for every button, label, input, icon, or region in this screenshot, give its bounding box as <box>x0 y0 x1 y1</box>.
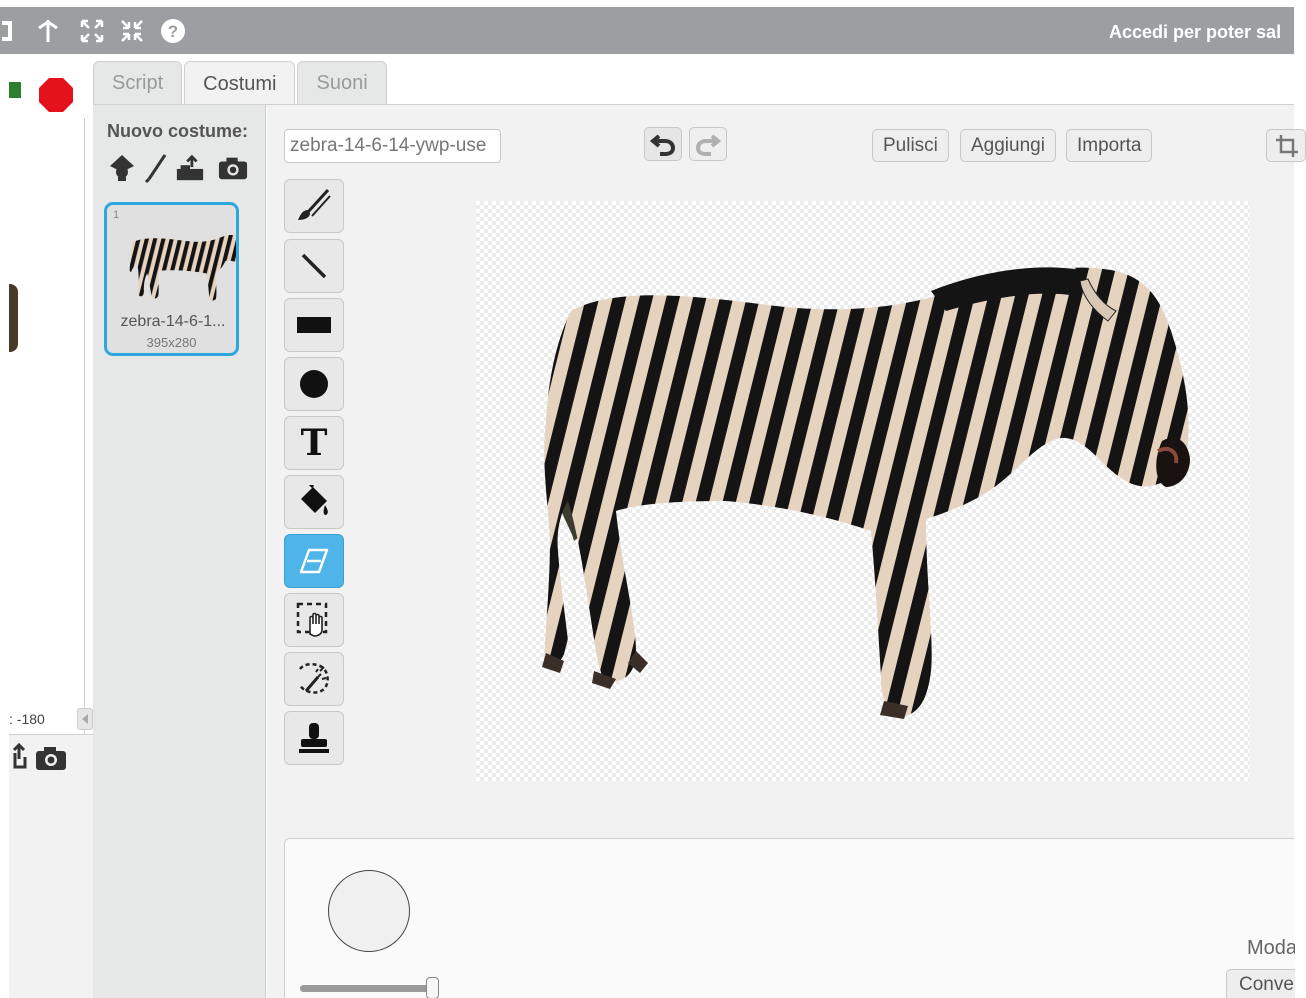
tool-options-panel: Moda Conve <box>284 838 1295 998</box>
zebra-figure <box>542 267 1190 719</box>
crop-icon <box>1276 134 1298 157</box>
eraser-tool-button[interactable] <box>284 534 344 588</box>
ellipse-tool-button[interactable] <box>284 357 344 411</box>
remove-background-tool-button[interactable] <box>284 652 344 706</box>
zebra-thumbnail-image <box>107 219 236 309</box>
new-costume-label: Nuovo costume: <box>107 121 249 141</box>
choose-from-library-icon[interactable] <box>107 153 137 183</box>
clear-button[interactable]: Pulisci <box>872 129 949 162</box>
cut-tool-icon[interactable] <box>34 7 62 54</box>
redo-button[interactable] <box>689 127 727 161</box>
brush-size-slider-thumb[interactable] <box>426 977 439 998</box>
green-flag-icon[interactable] <box>9 82 21 98</box>
duplicate-tool-icon[interactable] <box>0 7 20 54</box>
select-tool-button[interactable] <box>284 593 344 647</box>
brush-size-preview <box>328 870 410 952</box>
costume-name-label: zebra-14-6-1... <box>120 313 226 330</box>
help-icon[interactable]: ? <box>159 7 187 54</box>
login-link[interactable]: Accedi per poter sal <box>1109 7 1294 54</box>
drawing-canvas[interactable] <box>476 201 1249 781</box>
stop-button[interactable] <box>38 77 74 113</box>
sprite-panel <box>9 734 93 998</box>
paint-new-costume-icon[interactable] <box>141 153 171 183</box>
import-button[interactable]: Importa <box>1066 129 1153 162</box>
tab-sounds[interactable]: Suoni <box>297 61 387 105</box>
eraser-icon <box>299 548 329 574</box>
fill-bucket-icon <box>301 485 328 515</box>
convert-to-vector-button[interactable]: Conve <box>1226 969 1295 998</box>
stage-area[interactable] <box>9 118 85 758</box>
line-icon <box>301 253 327 279</box>
ellipse-icon <box>300 370 328 398</box>
text-tool-button[interactable]: T <box>284 416 344 470</box>
tab-script[interactable]: Script <box>93 61 183 105</box>
top-menu-bar: ? Accedi per poter sal <box>0 7 1294 54</box>
upload-sprite-icon[interactable] <box>9 741 27 771</box>
undo-button[interactable] <box>644 127 682 161</box>
brush-size-slider-fill <box>300 985 430 992</box>
stage-collapse-arrow-icon[interactable] <box>77 708 93 730</box>
zebra-costume-image <box>542 267 1190 719</box>
costume-thumbnail-1[interactable]: 1 zebra-14-6-1... 395x280 <box>104 202 239 356</box>
stage-sprite-fragment <box>9 284 18 352</box>
redo-icon <box>695 134 721 156</box>
stage-coordinates: : -180 <box>9 711 45 727</box>
svg-text:?: ? <box>168 22 178 41</box>
costume-size-label: 395x280 <box>146 335 197 350</box>
editor-tabs: Script Costumi Suoni <box>93 61 389 107</box>
set-center-button[interactable] <box>1266 129 1306 162</box>
brush-icon <box>298 188 331 220</box>
stamp-icon <box>299 723 329 753</box>
shrink-tool-icon[interactable] <box>118 7 146 54</box>
brush-size-slider[interactable] <box>300 985 430 992</box>
magic-select-icon <box>298 663 329 694</box>
stage-column: : -180 <box>9 54 93 998</box>
add-button[interactable]: Aggiungi <box>960 129 1056 162</box>
costume-name-input[interactable] <box>284 129 501 163</box>
tab-costumes[interactable]: Costumi <box>184 61 296 107</box>
rectangle-tool-button[interactable] <box>284 298 344 352</box>
upload-costume-icon[interactable] <box>175 153 205 183</box>
paint-editor: Pulisci Aggiungi Importa T <box>267 105 1306 998</box>
select-icon <box>296 602 328 637</box>
fill-tool-button[interactable] <box>284 475 344 529</box>
undo-icon <box>650 134 676 156</box>
costume-list-panel: Nuovo costume: 1 zebra-14-6-1... 395x280 <box>93 105 266 998</box>
brush-tool-button[interactable] <box>284 179 344 233</box>
line-tool-button[interactable] <box>284 239 344 293</box>
stamp-tool-button[interactable] <box>284 711 344 765</box>
camera-costume-icon[interactable] <box>218 153 248 183</box>
grow-tool-icon[interactable] <box>78 7 106 54</box>
camera-sprite-icon[interactable] <box>35 745 67 771</box>
rectangle-icon <box>297 317 331 333</box>
mode-label: Moda <box>1247 937 1295 959</box>
text-icon: T <box>300 422 328 464</box>
